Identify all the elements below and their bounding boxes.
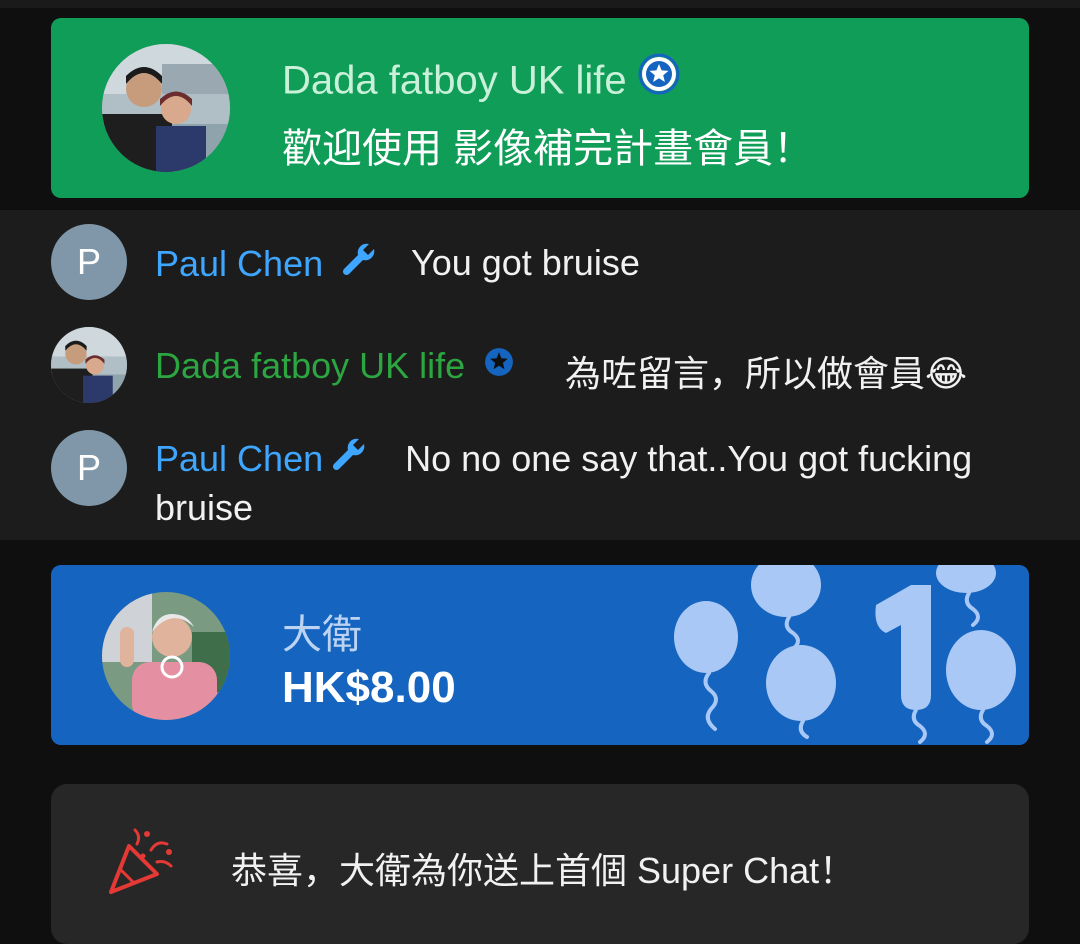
top-divider [0, 0, 1080, 8]
member-star-icon [481, 344, 517, 389]
avatar[interactable] [102, 592, 230, 720]
author-name: Paul Chen [155, 438, 324, 480]
message-author[interactable]: Dada fatboy UK life [155, 345, 517, 391]
chat-message[interactable]: Dada fatboy UK life 為咗留言，所以做會員😂 [0, 327, 1080, 407]
author-name: Dada fatboy UK life [155, 345, 466, 386]
superchat-card[interactable]: 大衛 HK$8.00 [51, 565, 1029, 745]
superchat-sender-name: 大衛 [282, 613, 362, 657]
balloons-icon [674, 565, 1016, 744]
avatar[interactable]: P [51, 430, 127, 506]
message-body: Paul Chen No no one say that..You got fuc… [155, 437, 1025, 529]
verified-star-icon [637, 52, 681, 106]
message-text: You got bruise [411, 242, 640, 283]
author-name: Paul Chen [155, 243, 324, 285]
member-author-label: Dada fatboy UK life [282, 58, 627, 103]
superchat-amount: HK$8.00 [282, 663, 456, 712]
message-author[interactable]: Paul Chen [155, 438, 369, 479]
party-popper-icon [107, 826, 177, 901]
wrench-icon [329, 435, 369, 484]
chat-message[interactable]: P Paul Chen No no one say that..You got f… [0, 430, 1080, 530]
wrench-icon [339, 240, 379, 289]
chat-message-list: P Paul Chen You got bruise Dada fatboy U… [0, 210, 1080, 540]
message-author[interactable]: Paul Chen [155, 242, 379, 291]
avatar[interactable] [51, 327, 127, 403]
avatar[interactable] [102, 44, 230, 172]
congrats-message: 恭喜，大衛為你送上首個 Super Chat！ [231, 850, 856, 891]
member-welcome-message: 歡迎使用 影像補完計畫會員！ [282, 127, 814, 171]
message-text: 為咗留言，所以做會員😂 [565, 353, 968, 394]
member-author-name: Dada fatboy UK life [282, 53, 681, 110]
chat-message[interactable]: P Paul Chen You got bruise [0, 224, 1080, 304]
avatar[interactable]: P [51, 224, 127, 300]
first-superchat-banner: 恭喜，大衛為你送上首個 Super Chat！ [51, 784, 1029, 944]
membership-welcome-card: Dada fatboy UK life 歡迎使用 影像補完計畫會員！ [51, 18, 1029, 198]
